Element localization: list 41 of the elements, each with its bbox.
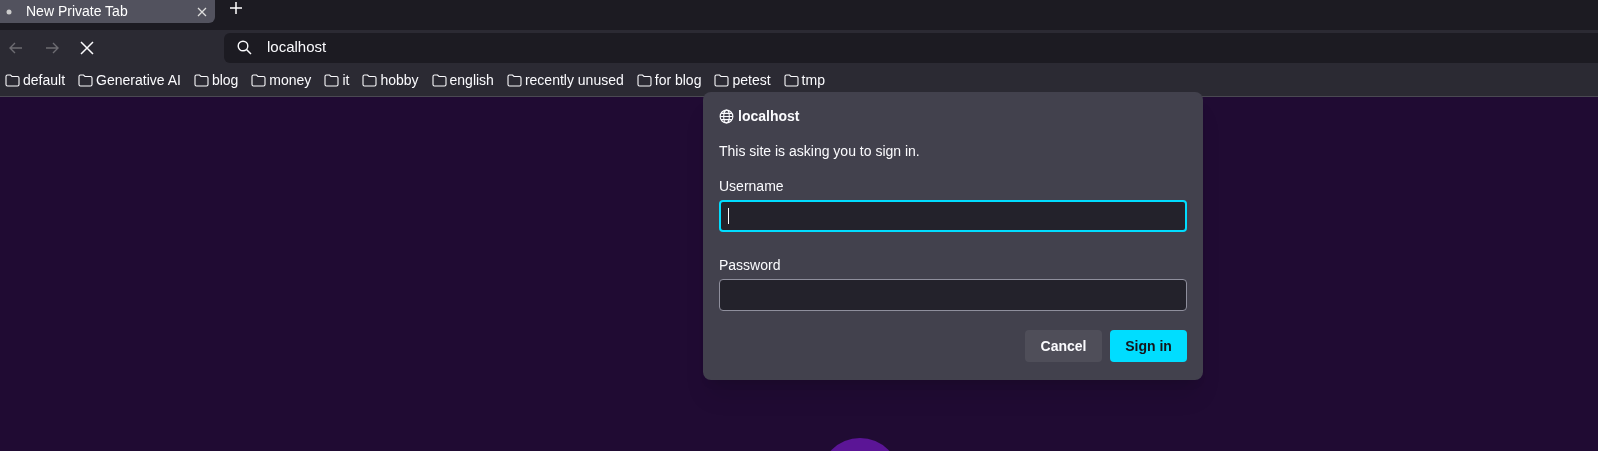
bookmark-folder[interactable]: money xyxy=(251,70,312,91)
folder-icon xyxy=(251,74,267,87)
dot-icon xyxy=(6,8,12,15)
folder-icon xyxy=(5,74,20,87)
dialog-site: localhost xyxy=(738,107,800,126)
address-bar[interactable]: localhost xyxy=(224,32,1598,63)
cancel-button[interactable]: Cancel xyxy=(1025,330,1102,362)
folder-icon xyxy=(193,74,209,87)
bookmark-folder[interactable]: recently unused xyxy=(506,70,624,91)
dialog-message: This site is asking you to sign in. xyxy=(719,142,921,161)
tab-title: New Private Tab xyxy=(26,2,129,21)
search-icon xyxy=(237,40,252,55)
bookmark-folder[interactable]: default xyxy=(5,70,66,91)
bookmark-folder[interactable]: for blog xyxy=(636,70,702,91)
bookmark-folder[interactable]: it xyxy=(324,70,350,91)
bookmark-folder[interactable]: petest xyxy=(714,70,771,91)
input-field[interactable] xyxy=(719,200,1187,232)
folder-icon xyxy=(506,74,522,87)
address-text: localhost xyxy=(267,37,327,58)
new-tab-icon[interactable] xyxy=(229,1,243,15)
bookmark-folder[interactable]: Generative AI xyxy=(78,70,181,91)
folder-icon xyxy=(636,74,652,87)
folder-icon xyxy=(714,74,730,87)
field-label: Password xyxy=(719,256,782,275)
folder-icon xyxy=(362,74,378,87)
folder-icon xyxy=(78,74,94,87)
bookmark-folder[interactable]: tmp xyxy=(783,70,825,91)
input-field[interactable] xyxy=(719,279,1187,311)
stop-icon[interactable] xyxy=(80,40,94,55)
folder-icon xyxy=(324,74,340,87)
bookmark-folder[interactable]: blog xyxy=(193,70,239,91)
browser-tab[interactable]: New Private Tab xyxy=(0,0,215,23)
sign-in-button[interactable]: Sign in xyxy=(1110,330,1187,362)
close-icon[interactable] xyxy=(197,6,207,17)
bookmark-folder[interactable]: hobby xyxy=(362,70,419,91)
globe-icon xyxy=(719,109,734,124)
text-cursor xyxy=(728,208,729,224)
folder-icon xyxy=(431,74,447,87)
folder-icon xyxy=(783,74,799,87)
bookmark-folder[interactable]: english xyxy=(431,70,494,91)
field-label: Username xyxy=(719,177,785,196)
